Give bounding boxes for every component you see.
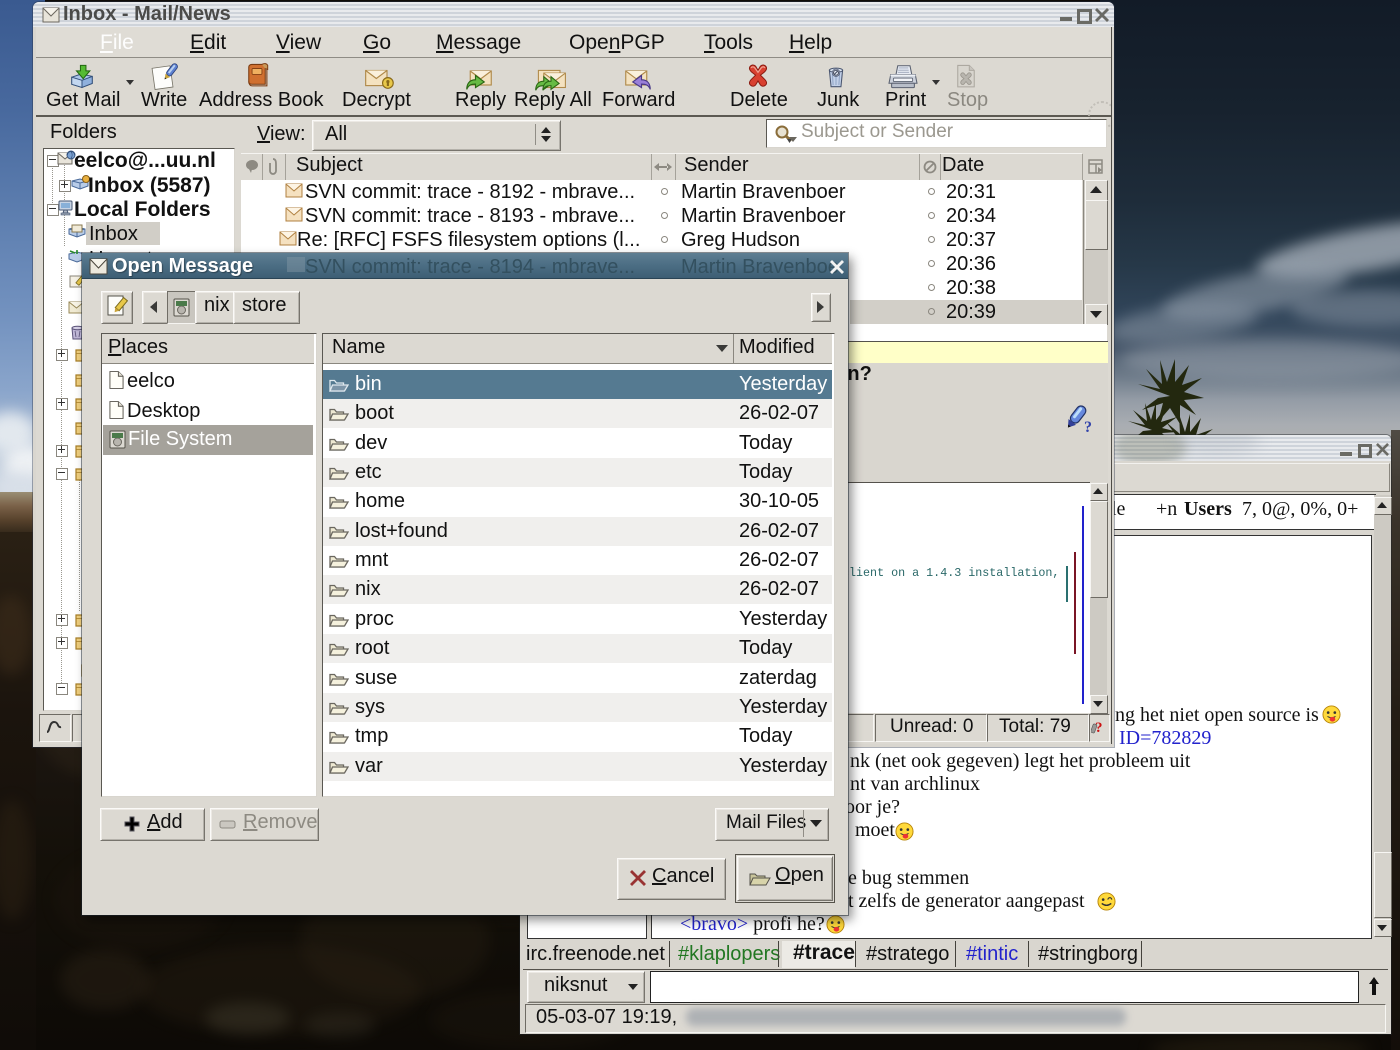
svg-text:?: ? — [1084, 419, 1092, 436]
